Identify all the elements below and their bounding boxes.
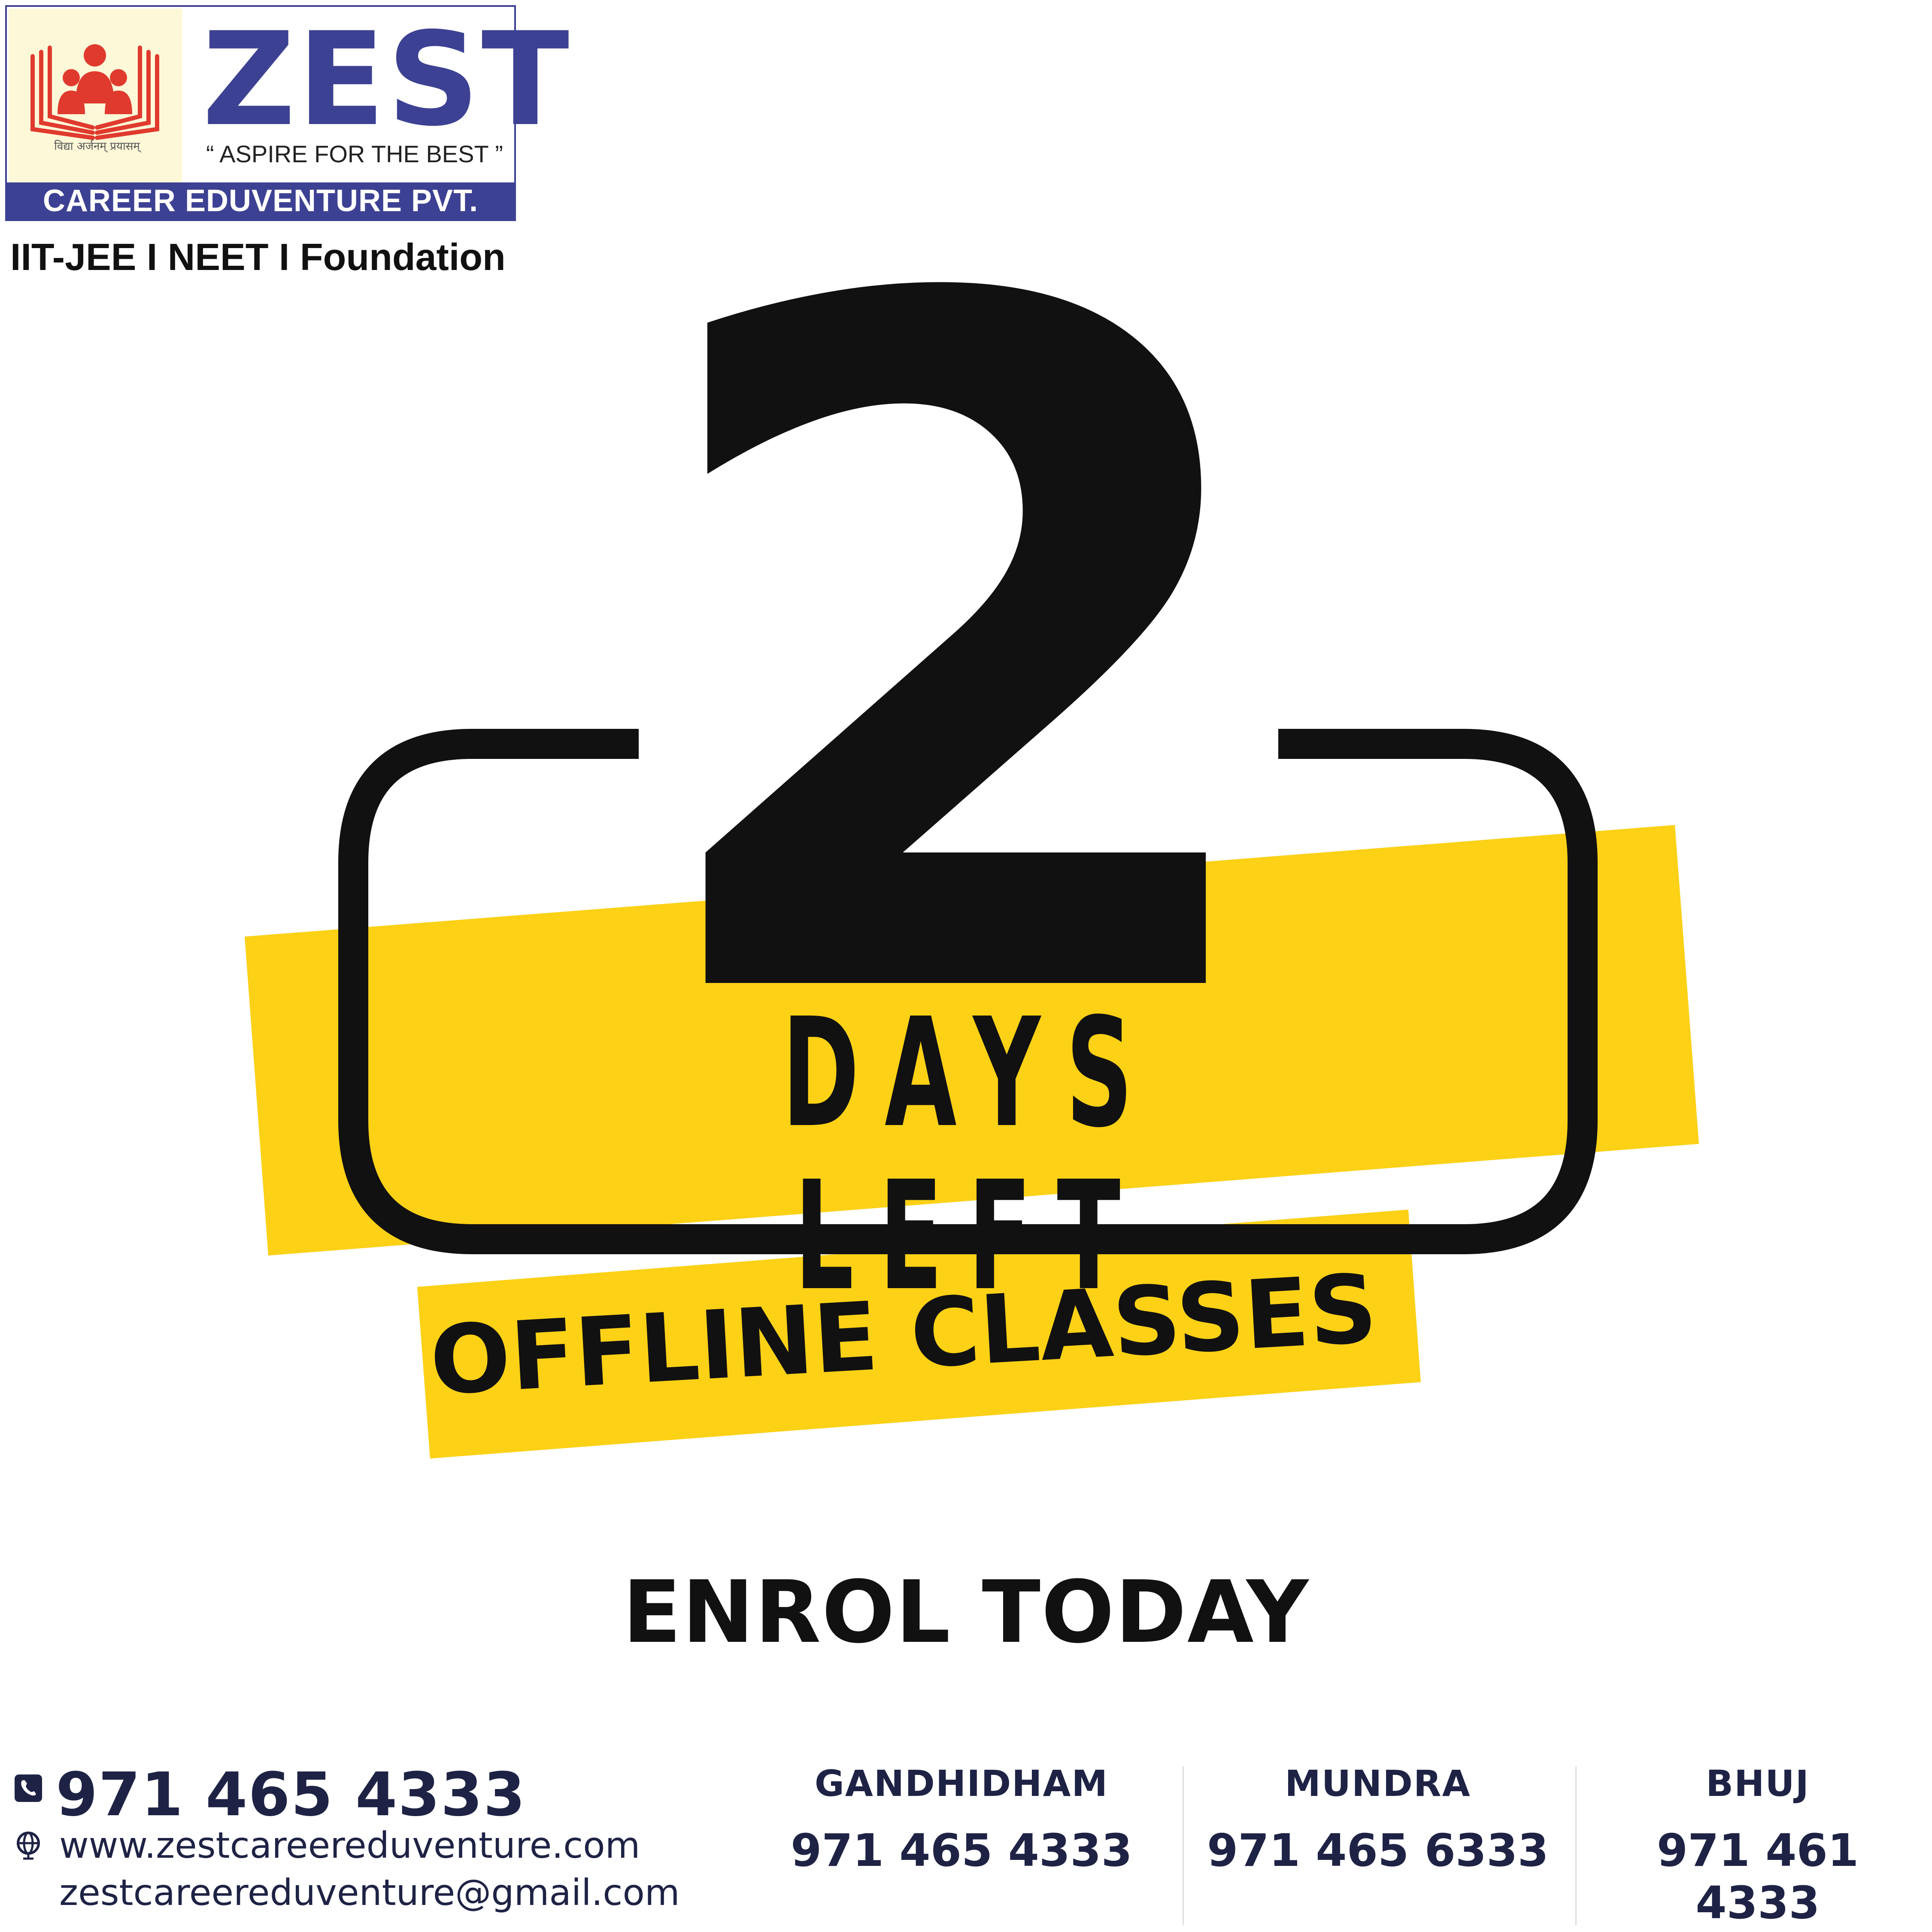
website-link[interactable]: www.zestcareereduventure.com: [59, 1824, 640, 1866]
branch-phone[interactable]: 971 465 6333: [1193, 1824, 1562, 1877]
branch-bhuj: BHUJ 971 461 4333: [1588, 1760, 1927, 1929]
branch-name: BHUJ: [1706, 1762, 1810, 1805]
branch-divider: [1575, 1766, 1577, 1925]
phone-icon: [15, 1774, 42, 1802]
globe-icon: [17, 1832, 40, 1860]
branch-name: GANDHIDHAM: [814, 1762, 1109, 1805]
branch-phone[interactable]: 971 461 4333: [1588, 1824, 1927, 1929]
main-phone-number[interactable]: 971 465 4333: [56, 1760, 526, 1830]
branch-mundra: MUNDRA 971 465 6333: [1193, 1760, 1562, 1877]
branch-gandhidham: GANDHIDHAM 971 465 4333: [773, 1760, 1150, 1877]
branch-name: MUNDRA: [1285, 1762, 1471, 1805]
days-left-text: DAYS LEFT: [782, 986, 1159, 1324]
branch-divider: [1183, 1766, 1184, 1925]
enrol-today-heading: ENROL TODAY: [622, 1562, 1310, 1662]
email-link[interactable]: zestcareereduventure@gmail.com: [59, 1871, 680, 1914]
branch-phone[interactable]: 971 465 4333: [773, 1824, 1150, 1877]
